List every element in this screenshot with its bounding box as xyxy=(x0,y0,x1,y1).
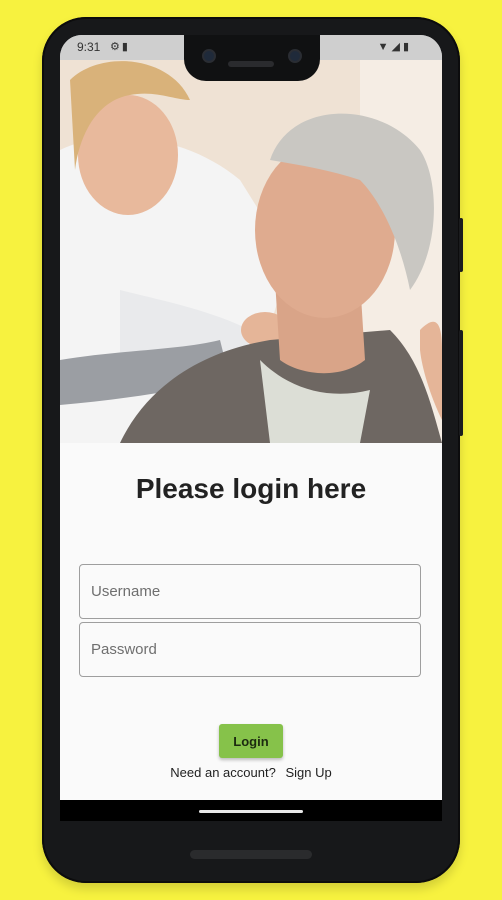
wifi-icon: ▼ xyxy=(377,41,392,53)
account-prompt-text: Need an account? xyxy=(170,765,276,780)
signup-prompt: Need an account? Sign Up xyxy=(60,765,442,780)
login-button[interactable]: Login xyxy=(219,724,283,758)
display-notch xyxy=(184,35,320,81)
bottom-speaker xyxy=(190,850,312,859)
volume-button xyxy=(459,330,463,436)
signal-icon: ◢ xyxy=(391,41,403,53)
username-input[interactable] xyxy=(80,565,420,618)
home-gesture-bar[interactable] xyxy=(199,810,303,813)
navigation-bar xyxy=(60,800,442,821)
power-button xyxy=(459,218,463,272)
front-sensor xyxy=(288,49,302,63)
app-screen: 9:31 ⚙▮ ▼◢▮ Please login here Username L… xyxy=(60,35,442,821)
battery-icon: ▮ xyxy=(402,41,412,53)
front-camera xyxy=(202,49,216,63)
status-notification-icons: ⚙▮ xyxy=(110,40,130,53)
password-field-wrapper xyxy=(79,622,421,677)
caregiver-photo xyxy=(60,60,442,443)
status-time: 9:31 xyxy=(77,40,101,54)
status-system-icons: ▼◢▮ xyxy=(378,40,412,53)
password-input[interactable] xyxy=(80,623,420,676)
username-field-wrapper xyxy=(79,564,421,619)
earpiece xyxy=(228,61,274,67)
sim-icon: ▮ xyxy=(121,41,130,53)
settings-icon: ⚙ xyxy=(110,41,122,53)
signup-link[interactable]: Sign Up xyxy=(285,765,331,780)
page-title: Please login here xyxy=(135,473,367,504)
hero-image xyxy=(60,60,442,443)
